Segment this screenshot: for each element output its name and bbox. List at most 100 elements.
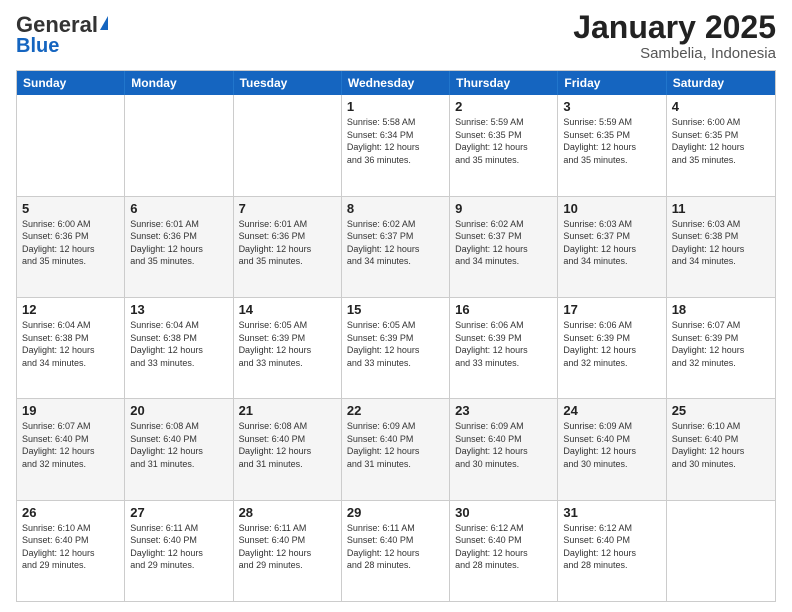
day-number: 11: [672, 201, 770, 216]
day-number: 26: [22, 505, 119, 520]
day-cell-30: 30 Sunrise: 6:12 AM Sunset: 6:40 PM Dayli…: [450, 501, 558, 601]
logo-blue: Blue: [16, 36, 59, 56]
day-number: 13: [130, 302, 227, 317]
day-info: Sunrise: 6:07 AM Sunset: 6:39 PM Dayligh…: [672, 319, 770, 369]
month-title: January 2025: [573, 10, 776, 45]
day-number: 23: [455, 403, 552, 418]
day-number: 29: [347, 505, 444, 520]
day-info: Sunrise: 6:03 AM Sunset: 6:38 PM Dayligh…: [672, 218, 770, 268]
day-cell-2: 2 Sunrise: 5:59 AM Sunset: 6:35 PM Daylig…: [450, 95, 558, 195]
empty-cell-r0-c1: [125, 95, 233, 195]
day-cell-13: 13 Sunrise: 6:04 AM Sunset: 6:38 PM Dayli…: [125, 298, 233, 398]
day-info: Sunrise: 6:04 AM Sunset: 6:38 PM Dayligh…: [130, 319, 227, 369]
calendar-row-0: 1Sunrise: 5:58 AM Sunset: 6:34 PM Daylig…: [17, 95, 775, 195]
day-number: 24: [563, 403, 660, 418]
day-number: 4: [672, 99, 770, 114]
day-info: Sunrise: 6:06 AM Sunset: 6:39 PM Dayligh…: [455, 319, 552, 369]
day-cell-24: 24Sunrise: 6:09 AM Sunset: 6:40 PM Dayli…: [558, 399, 666, 499]
day-cell-3: 3 Sunrise: 5:59 AM Sunset: 6:35 PM Daylig…: [558, 95, 666, 195]
day-number: 18: [672, 302, 770, 317]
day-info: Sunrise: 5:59 AM Sunset: 6:35 PM Dayligh…: [563, 116, 660, 166]
header: General Blue January 2025 Sambelia, Indo…: [16, 10, 776, 62]
day-number: 22: [347, 403, 444, 418]
day-number: 9: [455, 201, 552, 216]
day-info: Sunrise: 6:05 AM Sunset: 6:39 PM Dayligh…: [239, 319, 336, 369]
day-number: 7: [239, 201, 336, 216]
day-cell-19: 19 Sunrise: 6:07 AM Sunset: 6:40 PM Dayli…: [17, 399, 125, 499]
day-info: Sunrise: 6:09 AM Sunset: 6:40 PM Dayligh…: [455, 420, 552, 470]
day-info: Sunrise: 6:12 AM Sunset: 6:40 PM Dayligh…: [455, 522, 552, 572]
day-cell-8: 8Sunrise: 6:02 AM Sunset: 6:37 PM Daylig…: [342, 197, 450, 297]
calendar: SundayMondayTuesdayWednesdayThursdayFrid…: [16, 70, 776, 602]
day-info: Sunrise: 6:00 AM Sunset: 6:35 PM Dayligh…: [672, 116, 770, 166]
calendar-row-3: 19 Sunrise: 6:07 AM Sunset: 6:40 PM Dayli…: [17, 398, 775, 499]
calendar-row-2: 12 Sunrise: 6:04 AM Sunset: 6:38 PM Dayli…: [17, 297, 775, 398]
day-number: 5: [22, 201, 119, 216]
day-info: Sunrise: 6:02 AM Sunset: 6:37 PM Dayligh…: [347, 218, 444, 268]
day-number: 2: [455, 99, 552, 114]
day-number: 1: [347, 99, 444, 114]
day-info: Sunrise: 6:08 AM Sunset: 6:40 PM Dayligh…: [130, 420, 227, 470]
day-number: 17: [563, 302, 660, 317]
header-day-tuesday: Tuesday: [234, 71, 342, 95]
header-day-friday: Friday: [558, 71, 666, 95]
day-number: 25: [672, 403, 770, 418]
day-number: 15: [347, 302, 444, 317]
day-cell-9: 9 Sunrise: 6:02 AM Sunset: 6:37 PM Daylig…: [450, 197, 558, 297]
day-number: 19: [22, 403, 119, 418]
day-number: 28: [239, 505, 336, 520]
day-info: Sunrise: 6:11 AM Sunset: 6:40 PM Dayligh…: [347, 522, 444, 572]
day-cell-11: 11 Sunrise: 6:03 AM Sunset: 6:38 PM Dayli…: [667, 197, 775, 297]
day-info: Sunrise: 6:01 AM Sunset: 6:36 PM Dayligh…: [130, 218, 227, 268]
day-cell-18: 18 Sunrise: 6:07 AM Sunset: 6:39 PM Dayli…: [667, 298, 775, 398]
day-cell-27: 27 Sunrise: 6:11 AM Sunset: 6:40 PM Dayli…: [125, 501, 233, 601]
empty-cell-r0-c0: [17, 95, 125, 195]
header-day-monday: Monday: [125, 71, 233, 95]
day-info: Sunrise: 6:01 AM Sunset: 6:36 PM Dayligh…: [239, 218, 336, 268]
day-number: 3: [563, 99, 660, 114]
day-number: 16: [455, 302, 552, 317]
day-cell-20: 20Sunrise: 6:08 AM Sunset: 6:40 PM Dayli…: [125, 399, 233, 499]
day-info: Sunrise: 6:06 AM Sunset: 6:39 PM Dayligh…: [563, 319, 660, 369]
title-block: January 2025 Sambelia, Indonesia: [573, 10, 776, 62]
day-cell-10: 10Sunrise: 6:03 AM Sunset: 6:37 PM Dayli…: [558, 197, 666, 297]
day-info: Sunrise: 6:10 AM Sunset: 6:40 PM Dayligh…: [672, 420, 770, 470]
day-number: 27: [130, 505, 227, 520]
day-info: Sunrise: 6:03 AM Sunset: 6:37 PM Dayligh…: [563, 218, 660, 268]
day-cell-5: 5Sunrise: 6:00 AM Sunset: 6:36 PM Daylig…: [17, 197, 125, 297]
day-cell-16: 16 Sunrise: 6:06 AM Sunset: 6:39 PM Dayli…: [450, 298, 558, 398]
day-info: Sunrise: 6:11 AM Sunset: 6:40 PM Dayligh…: [130, 522, 227, 572]
day-cell-1: 1Sunrise: 5:58 AM Sunset: 6:34 PM Daylig…: [342, 95, 450, 195]
day-cell-14: 14 Sunrise: 6:05 AM Sunset: 6:39 PM Dayli…: [234, 298, 342, 398]
day-cell-4: 4 Sunrise: 6:00 AM Sunset: 6:35 PM Daylig…: [667, 95, 775, 195]
day-cell-31: 31Sunrise: 6:12 AM Sunset: 6:40 PM Dayli…: [558, 501, 666, 601]
calendar-body: 1Sunrise: 5:58 AM Sunset: 6:34 PM Daylig…: [17, 95, 775, 601]
day-cell-22: 22 Sunrise: 6:09 AM Sunset: 6:40 PM Dayli…: [342, 399, 450, 499]
day-cell-23: 23 Sunrise: 6:09 AM Sunset: 6:40 PM Dayli…: [450, 399, 558, 499]
logo-triangle-icon: [100, 16, 108, 30]
calendar-row-1: 5Sunrise: 6:00 AM Sunset: 6:36 PM Daylig…: [17, 196, 775, 297]
day-cell-28: 28Sunrise: 6:11 AM Sunset: 6:40 PM Dayli…: [234, 501, 342, 601]
day-number: 14: [239, 302, 336, 317]
header-day-sunday: Sunday: [17, 71, 125, 95]
day-info: Sunrise: 6:10 AM Sunset: 6:40 PM Dayligh…: [22, 522, 119, 572]
day-info: Sunrise: 6:09 AM Sunset: 6:40 PM Dayligh…: [347, 420, 444, 470]
day-number: 12: [22, 302, 119, 317]
day-cell-12: 12Sunrise: 6:04 AM Sunset: 6:38 PM Dayli…: [17, 298, 125, 398]
day-cell-29: 29 Sunrise: 6:11 AM Sunset: 6:40 PM Dayli…: [342, 501, 450, 601]
day-info: Sunrise: 6:05 AM Sunset: 6:39 PM Dayligh…: [347, 319, 444, 369]
calendar-header: SundayMondayTuesdayWednesdayThursdayFrid…: [17, 71, 775, 95]
day-info: Sunrise: 6:08 AM Sunset: 6:40 PM Dayligh…: [239, 420, 336, 470]
empty-cell-r4-c6: [667, 501, 775, 601]
subtitle: Sambelia, Indonesia: [573, 45, 776, 62]
day-info: Sunrise: 6:02 AM Sunset: 6:37 PM Dayligh…: [455, 218, 552, 268]
day-cell-15: 15 Sunrise: 6:05 AM Sunset: 6:39 PM Dayli…: [342, 298, 450, 398]
header-day-thursday: Thursday: [450, 71, 558, 95]
day-info: Sunrise: 6:07 AM Sunset: 6:40 PM Dayligh…: [22, 420, 119, 470]
day-info: Sunrise: 5:59 AM Sunset: 6:35 PM Dayligh…: [455, 116, 552, 166]
logo: General Blue: [16, 10, 108, 56]
day-cell-25: 25 Sunrise: 6:10 AM Sunset: 6:40 PM Dayli…: [667, 399, 775, 499]
day-cell-26: 26 Sunrise: 6:10 AM Sunset: 6:40 PM Dayli…: [17, 501, 125, 601]
calendar-row-4: 26 Sunrise: 6:10 AM Sunset: 6:40 PM Dayli…: [17, 500, 775, 601]
day-number: 30: [455, 505, 552, 520]
